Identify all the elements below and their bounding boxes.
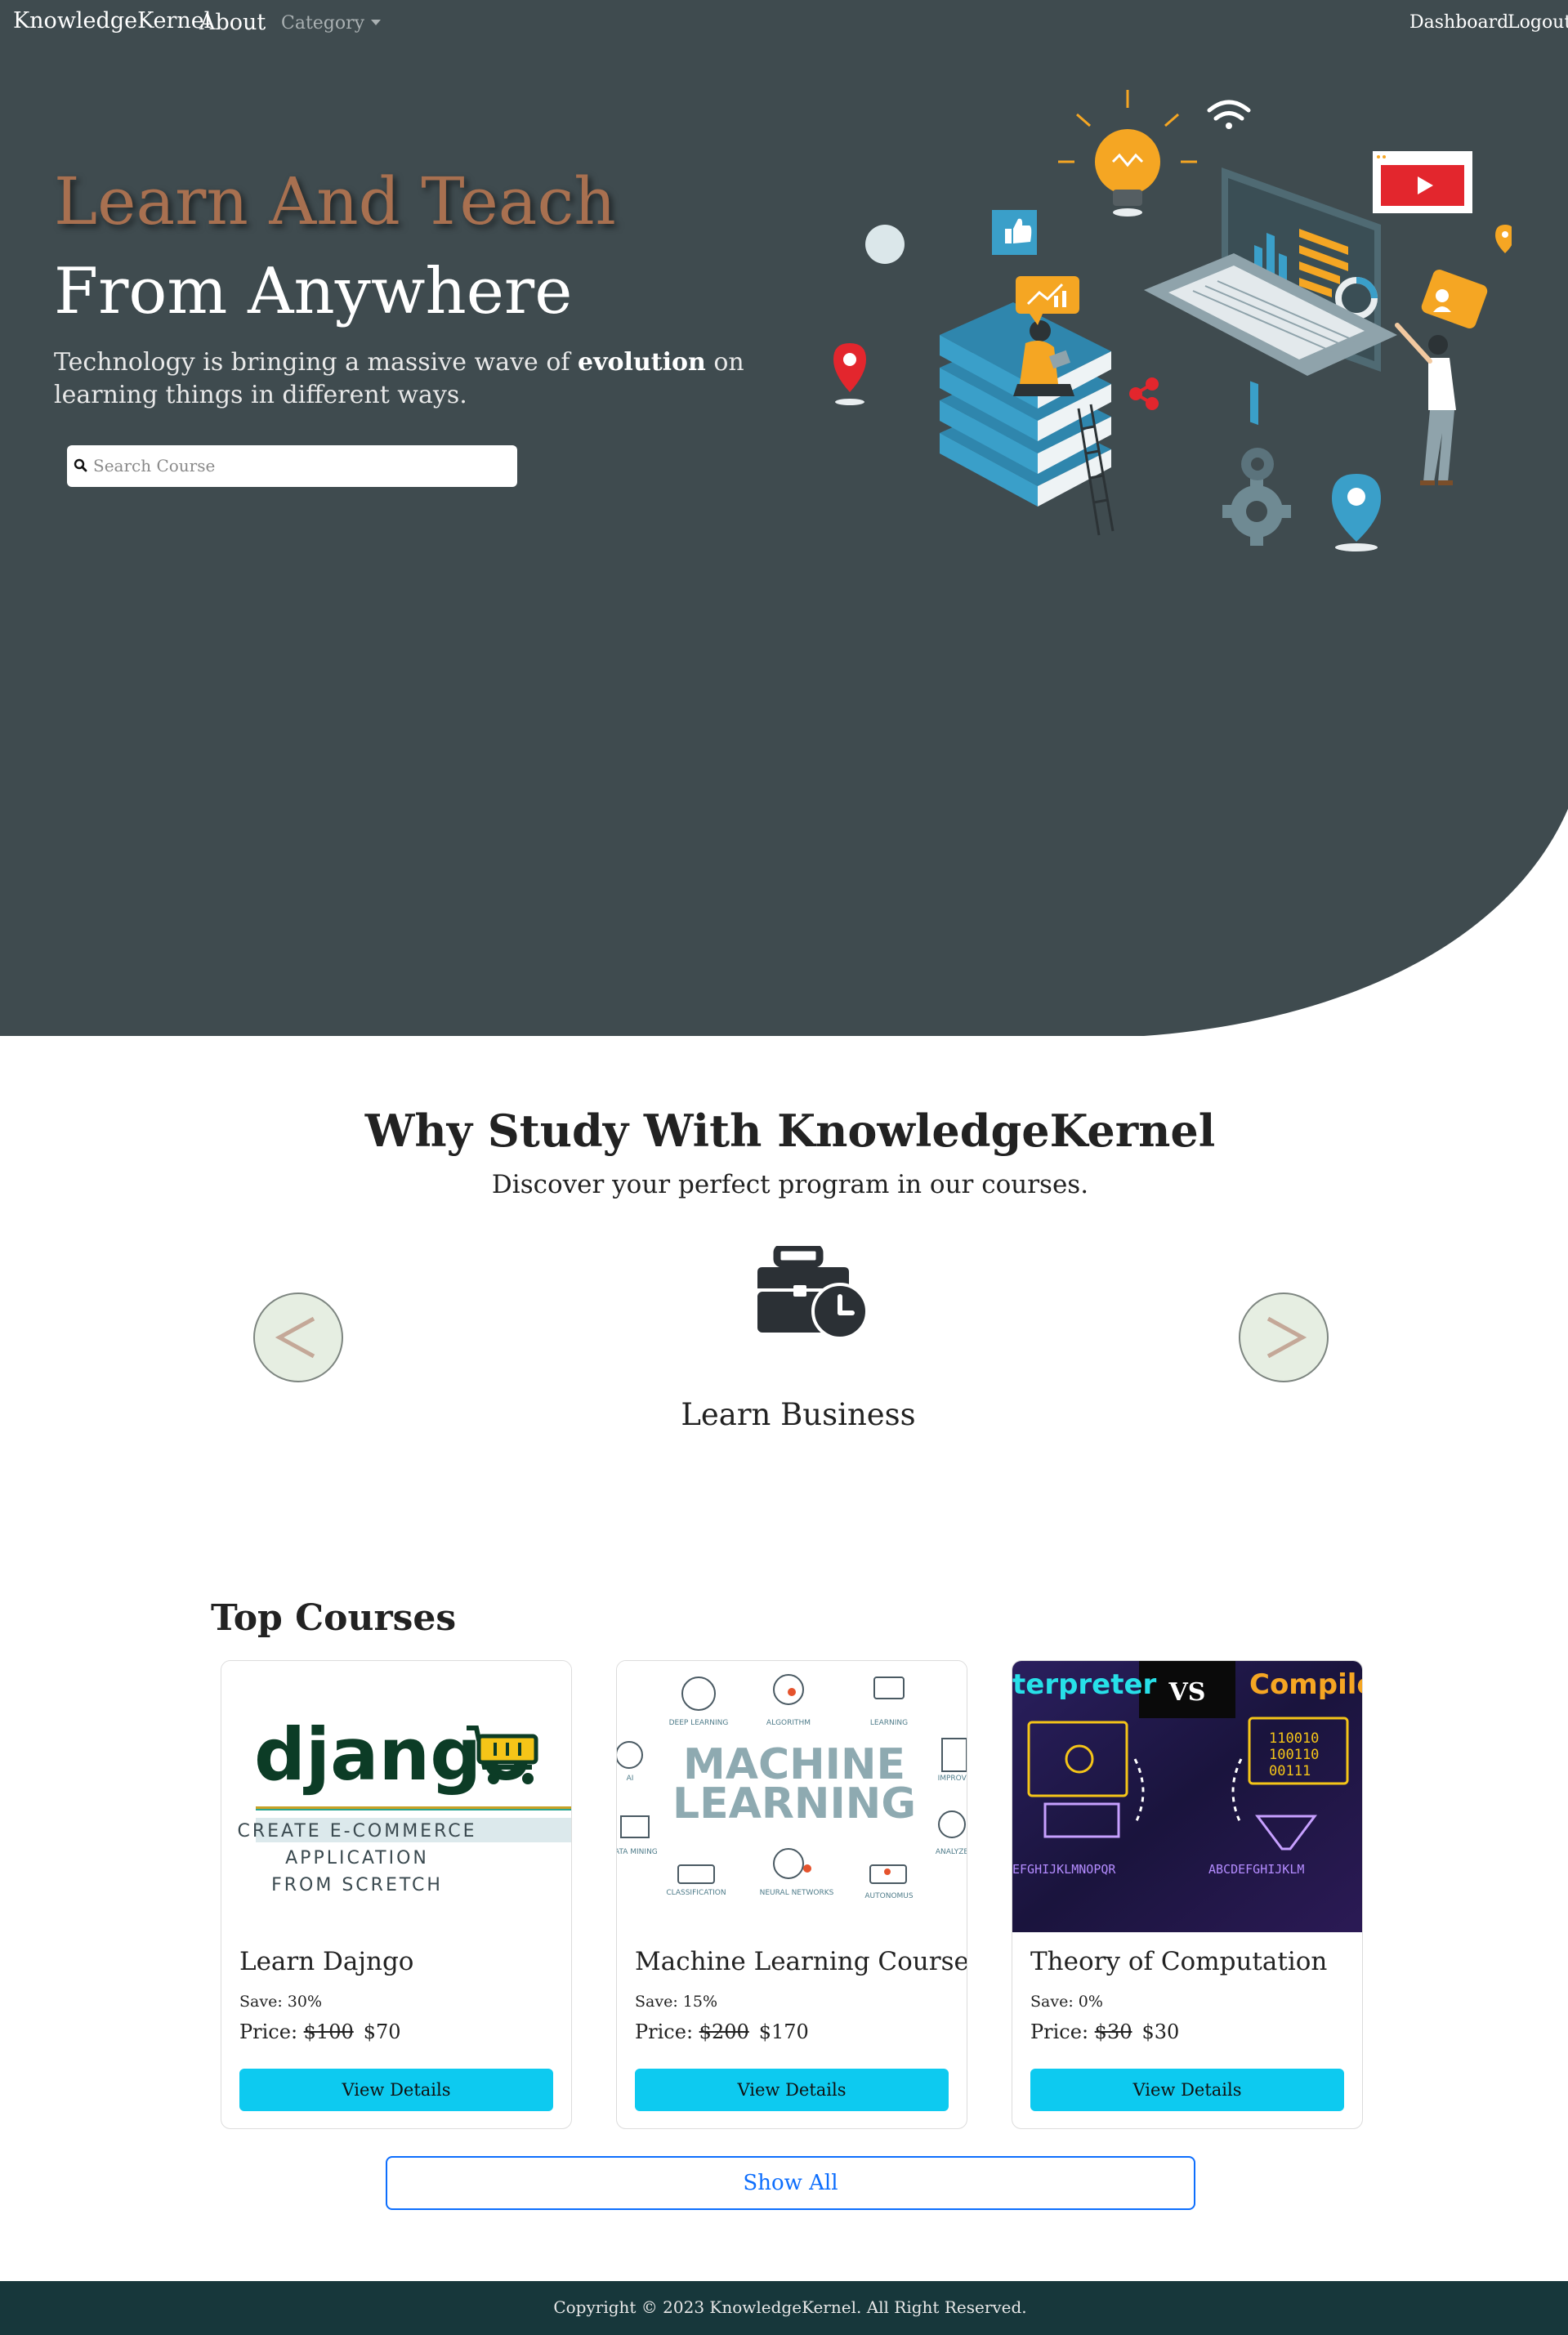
caret-down-icon [371,20,382,25]
hero-subtitle-text: Technology is bringing a massive wave of [54,348,579,377]
course-save: Save: 15% [635,1993,717,2011]
course-card: django CREATE E-COMMERCE APPLICATION FRO… [221,1660,572,2129]
nav-about-link[interactable]: About [199,10,266,35]
brand-logo-link[interactable]: KnowledgeKernel [13,8,211,33]
view-details-button[interactable]: View Details [635,2069,949,2111]
carousel-feature-label: Learn Business [681,1397,916,1432]
course-save: Save: 30% [239,1993,322,2011]
ml-label-4: IMPROVE [938,1775,967,1783]
view-details-button[interactable]: View Details [239,2069,553,2111]
ml-label-3: AI [627,1775,634,1783]
django-image-line2: APPLICATION [285,1848,429,1868]
course-save: Save: 0% [1030,1993,1103,2011]
wifi-icon [1207,100,1251,129]
toc-binary-2: 00111 [1269,1763,1311,1779]
nav-category-dropdown[interactable]: Category [281,13,382,33]
course-price: Price: $100 $70 [239,2020,401,2043]
search-box [67,445,517,487]
old-price: $200 [699,2020,749,2043]
hero-section: KnowledgeKernel About Category Dashboard… [0,0,1568,1036]
toc-binary-0: 110010 [1269,1730,1319,1747]
location-pin-icon-red [833,343,866,405]
toc-image-right: Compile [1249,1668,1362,1701]
decor-circle-icon [865,225,905,264]
ml-label-0: DEEP LEARNING [669,1719,729,1727]
search-course-input[interactable] [93,452,510,480]
toc-alpha-right: ABCDEFGHIJKLM [1208,1862,1304,1877]
location-pin-icon-yellow [1495,225,1512,253]
ml-label-2: LEARNING [870,1719,908,1727]
hero-title-line2: From Anywhere [54,255,573,328]
old-price: $30 [1094,2020,1132,2043]
course-image-theory-of-computation: terpreter VS Compile 110010 100110 00111… [1012,1661,1362,1932]
course-price: Price: $30 $30 [1030,2020,1179,2043]
toc-alpha-left: EFGHIJKLMNOPQR [1012,1862,1116,1877]
ml-label-5: DATA MINING [617,1848,658,1856]
new-price: $30 [1141,2020,1180,2043]
nav-category-label: Category [281,13,365,33]
footer-copyright: Copyright © 2023 KnowledgeKernel. All Ri… [553,2297,1027,2317]
toc-image-vs: VS [1168,1678,1206,1707]
location-pin-icon-blue [1332,474,1381,551]
hero-illustration [833,90,1512,551]
hero-subtitle: Technology is bringing a massive wave of… [54,346,773,412]
presenter-person-icon [1395,323,1456,485]
hero-subtitle-emphasis: evolution [578,348,706,377]
search-icon [74,458,87,472]
user-chat-bubble-icon [1421,269,1488,329]
price-label: Price: [239,2020,298,2043]
carousel-next-button[interactable] [1239,1293,1329,1382]
course-price: Price: $200 $170 [635,2020,809,2043]
ml-label-9: AUTONOMUS [864,1892,913,1900]
ml-label-8: NEURAL NETWORKS [760,1889,834,1897]
hero-title-line1: Learn And Teach [54,163,616,239]
show-all-button[interactable]: Show All [386,2156,1195,2210]
lightbulb-icon [1058,90,1197,217]
new-price: $170 [758,2020,809,2043]
laptop-dashboard-icon [1144,167,1397,426]
footer: Copyright © 2023 KnowledgeKernel. All Ri… [0,2281,1568,2335]
books-stack-icon [940,302,1111,507]
navbar: KnowledgeKernel About Category Dashboard… [0,0,1568,47]
new-price: $70 [363,2020,401,2043]
thumbs-up-icon [992,210,1037,255]
why-section-subtitle: Discover your perfect program in our cou… [491,1170,1089,1199]
view-details-button[interactable]: View Details [1030,2069,1344,2111]
ml-label-1: ALGORITHM [766,1719,811,1727]
toc-binary-1: 100110 [1269,1747,1319,1763]
ml-image-line2: LEARNING [672,1779,916,1828]
django-image-line3: FROM SCRETCH [271,1875,443,1895]
course-image-machine-learning: MACHINE LEARNING DEEP LEARNING ALGORITHM… [617,1661,967,1932]
course-title: Learn Dajngo [239,1947,414,1976]
share-icon [1129,377,1159,410]
chevron-left-icon [275,1316,315,1359]
price-label: Price: [1030,2020,1089,2043]
course-title: Machine Learning Course [635,1947,967,1976]
nav-dashboard-link[interactable]: Dashboard [1409,12,1508,33]
nav-logout-link[interactable]: Logout [1508,12,1568,33]
course-card: terpreter VS Compile 110010 100110 00111… [1012,1660,1363,2129]
gears-icon [1222,448,1291,546]
video-player-icon [1373,151,1472,213]
toc-image-left: terpreter [1012,1668,1157,1701]
ml-label-7: CLASSIFICATION [666,1889,726,1897]
carousel-prev-button[interactable] [253,1293,343,1382]
business-time-icon [757,1246,869,1340]
django-image-line1: CREATE E-COMMERCE [237,1821,476,1842]
ml-label-6: ANALYZE [936,1848,967,1856]
course-card: MACHINE LEARNING DEEP LEARNING ALGORITHM… [616,1660,967,2129]
chevron-right-icon [1266,1316,1307,1359]
old-price: $100 [303,2020,354,2043]
price-label: Price: [635,2020,694,2043]
top-courses-title: Top Courses [211,1597,457,1639]
course-title: Theory of Computation [1030,1947,1328,1976]
why-section-title: Why Study With KnowledgeKernel [364,1105,1216,1157]
course-image-django: django CREATE E-COMMERCE APPLICATION FRO… [221,1661,571,1932]
